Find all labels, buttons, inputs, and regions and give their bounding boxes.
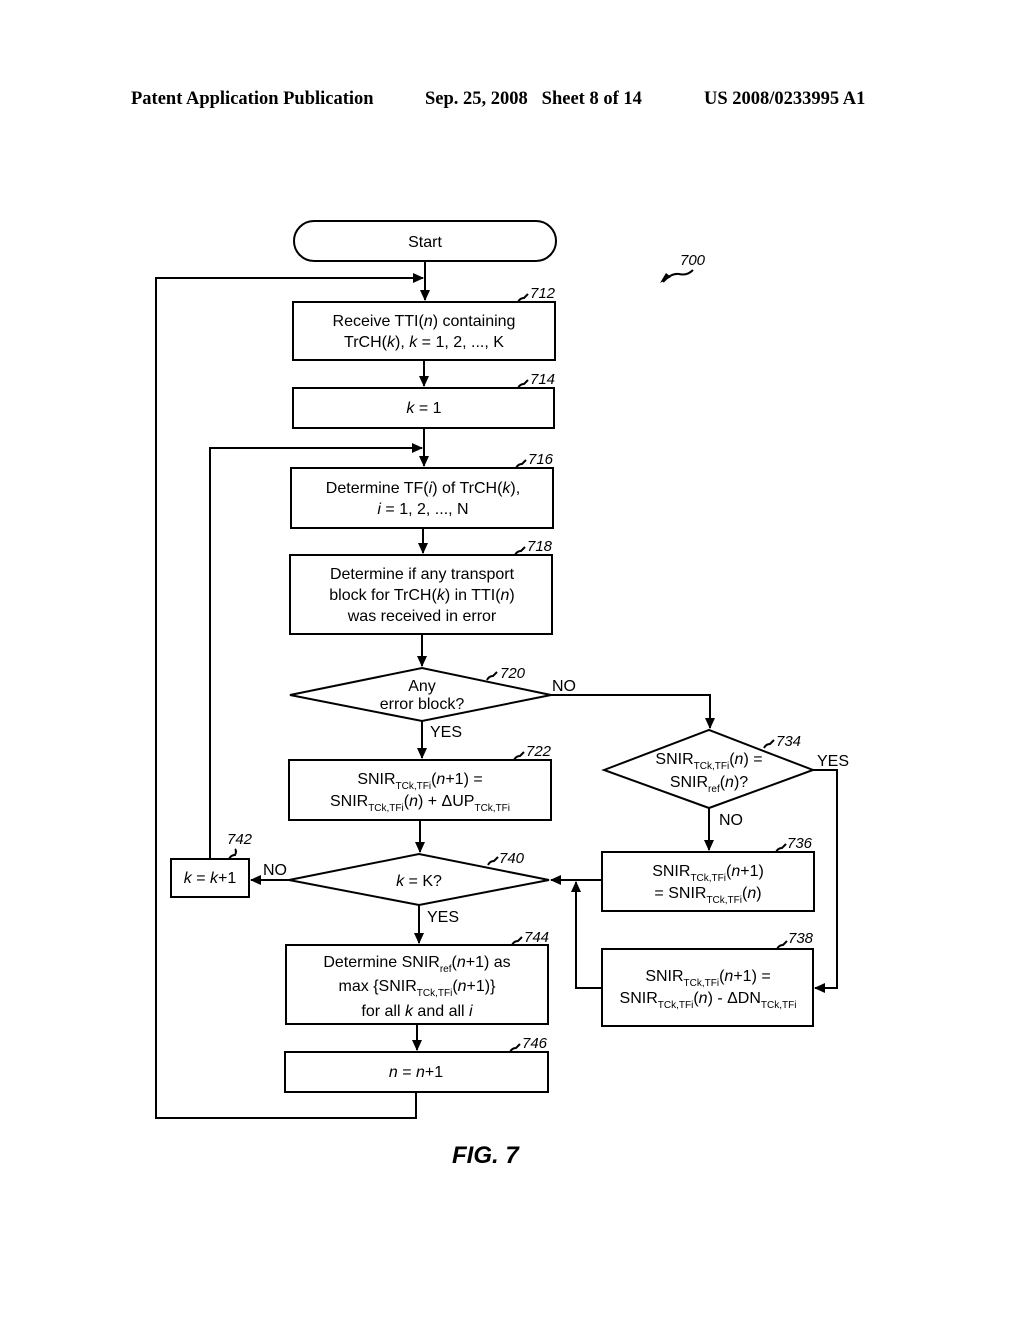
step-744-line3: for all k and all i — [361, 1003, 473, 1020]
step-712-line2: TrCH(k), k = 1, 2, ..., K — [344, 334, 504, 351]
decision-740-no: NO — [263, 862, 287, 879]
step-716: Determine TF(i) of TrCH(k), i = 1, 2, ..… — [290, 451, 554, 529]
step-742-label: k = k+1 — [184, 870, 237, 887]
decision-734: SNIRTCk,TFi(n) = SNIRref(n)? 734 YES NO — [601, 728, 849, 829]
ref-714: 714 — [530, 371, 555, 388]
ref-718: 718 — [527, 538, 553, 555]
step-744: Determine SNIRref(n+1) as max {SNIRTCk,T… — [285, 929, 549, 1025]
decision-720-line2: error block? — [380, 696, 465, 713]
figure-ref-700: 700 — [660, 252, 706, 283]
step-718-line3: was received in error — [347, 608, 497, 625]
ref-738: 738 — [788, 930, 814, 947]
arrow-720-no-734 — [551, 694, 715, 729]
step-714-label: k = 1 — [406, 400, 441, 417]
step-712-line1: Receive TTI(n) containing — [333, 313, 516, 330]
step-746-label: n = n+1 — [389, 1064, 443, 1081]
decision-720-line1: Any — [408, 678, 436, 695]
decision-740-label: k = K? — [396, 873, 442, 890]
ref-740: 740 — [499, 850, 525, 867]
ref-722: 722 — [526, 743, 552, 760]
decision-740-yes: YES — [427, 909, 459, 926]
step-718: Determine if any transport block for TrC… — [289, 538, 553, 635]
decision-720: Any error block? 720 NO YES — [289, 665, 576, 741]
flowchart: Start Receive TTI(n) containing TrCH(k),… — [155, 220, 849, 1169]
decision-720-no: NO — [552, 678, 576, 695]
step-716-line1: Determine TF(i) of TrCH(k), — [326, 480, 520, 497]
ref-720: 720 — [500, 665, 526, 682]
ref-716: 716 — [528, 451, 554, 468]
ref-736: 736 — [787, 835, 813, 852]
decision-734-yes: YES — [817, 753, 849, 770]
ref-744: 744 — [524, 929, 549, 946]
ref-746: 746 — [522, 1035, 548, 1052]
step-718-line2: block for TrCH(k) in TTI(n) — [329, 587, 515, 604]
ref-734: 734 — [776, 733, 801, 750]
step-716-line2: i = 1, 2, ..., N — [377, 501, 468, 518]
figure-ref-label: 700 — [680, 252, 706, 269]
step-718-line1: Determine if any transport — [330, 566, 515, 583]
ref-712: 712 — [530, 285, 556, 302]
figure-label: FIG. 7 — [452, 1142, 520, 1169]
decision-740: k = K? 740 NO YES — [263, 850, 550, 926]
start-terminal: Start — [293, 220, 557, 262]
step-742: k = k+1 742 — [170, 831, 253, 898]
arrow-734-yes-738 — [813, 769, 838, 993]
step-722: SNIRTCk,TFi(n+1) = SNIRTCk,TFi(n) + ΔUPT… — [288, 743, 552, 821]
ref-742: 742 — [227, 831, 253, 848]
arrow-738-740 — [571, 881, 602, 989]
decision-720-yes: YES — [430, 724, 462, 741]
start-label: Start — [408, 234, 442, 251]
decision-734-no: NO — [719, 812, 743, 829]
